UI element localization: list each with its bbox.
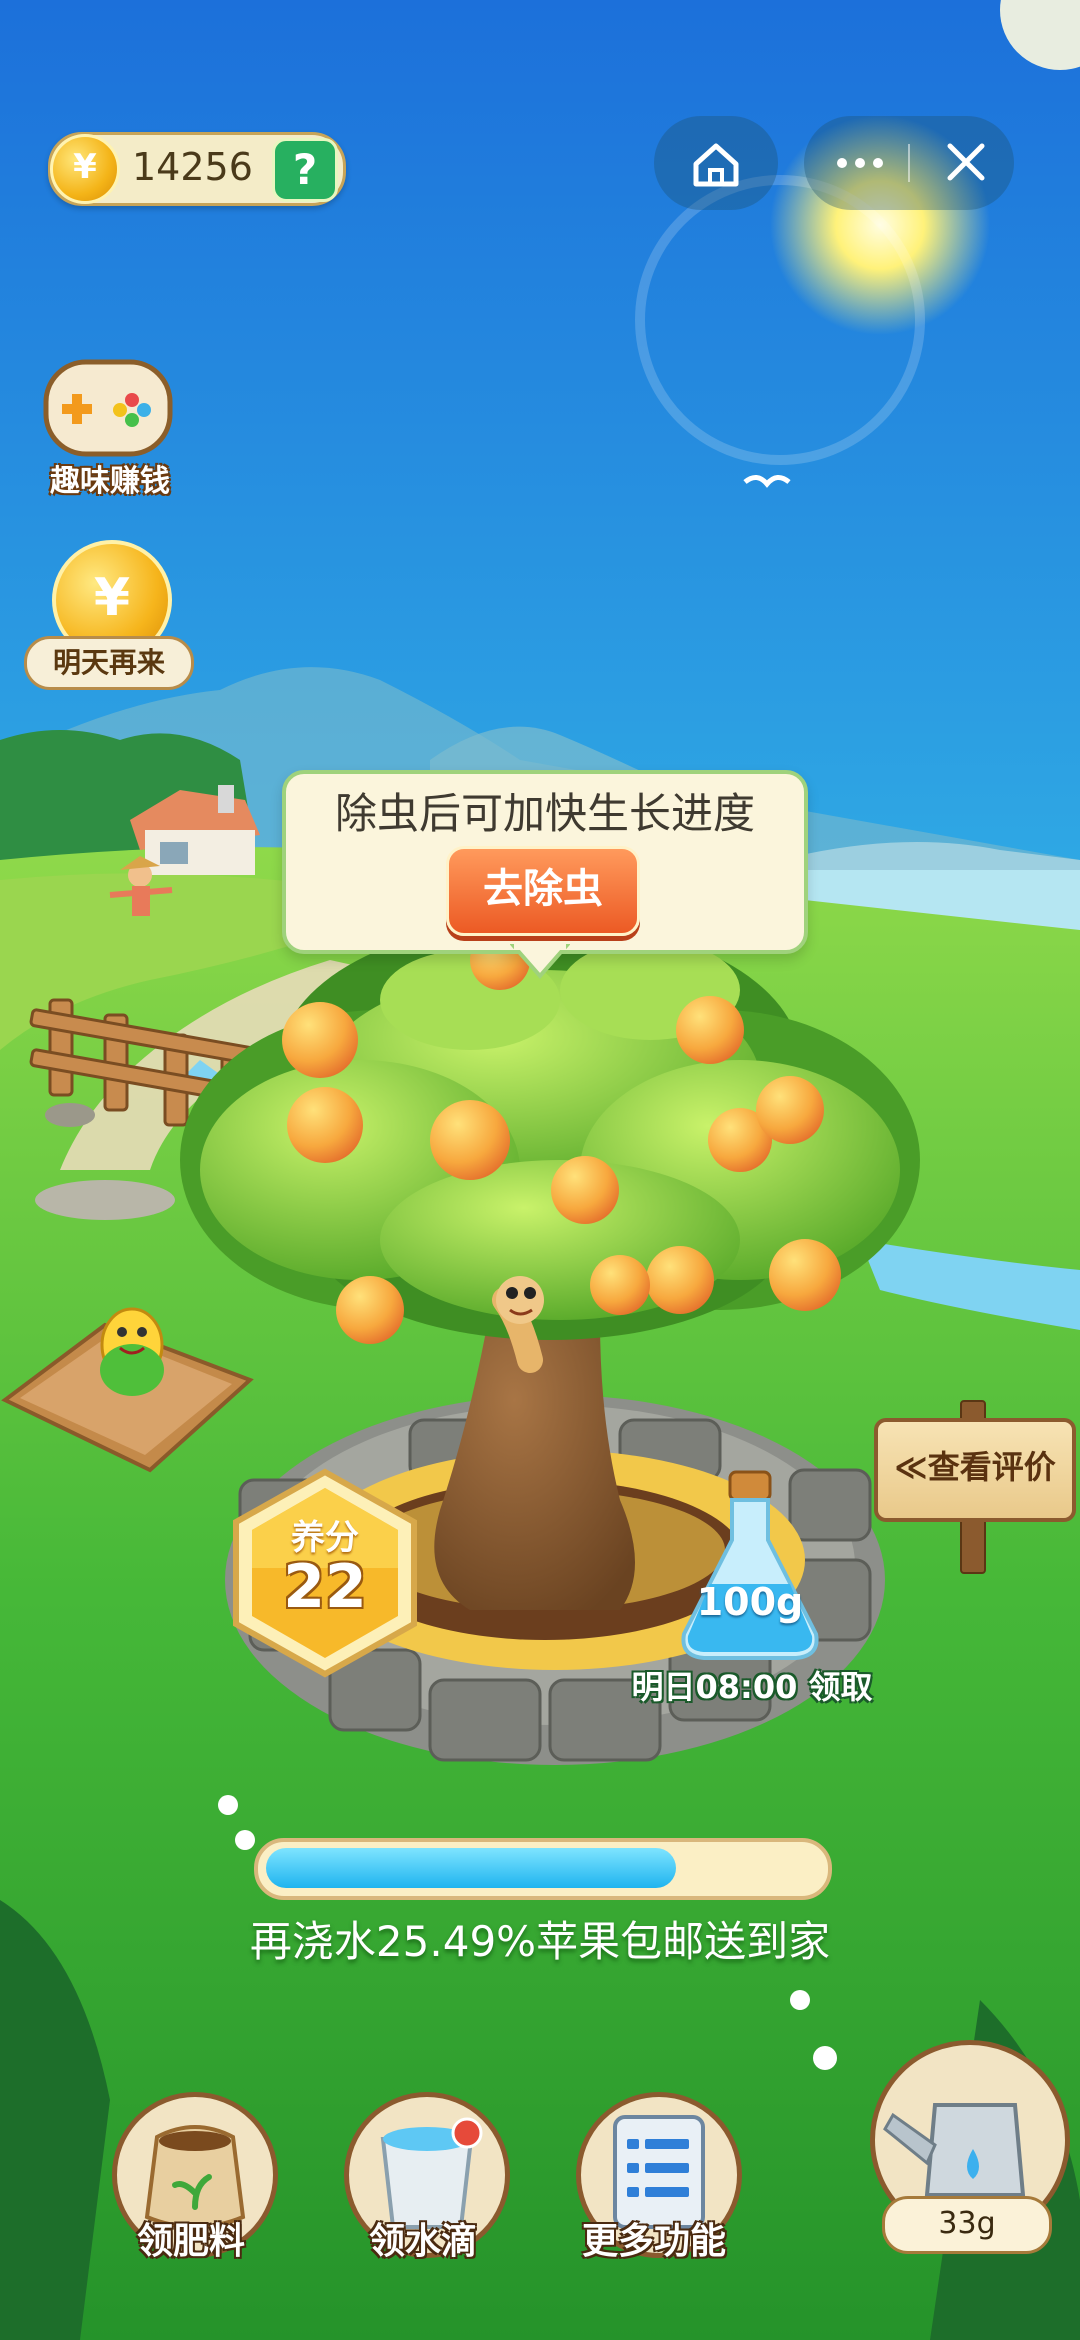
coin-icon: ¥	[50, 134, 120, 204]
growth-progress-text: 再浇水25.49%苹果包邮送到家	[249, 1917, 831, 1966]
nutrient-value: 22	[283, 1552, 367, 1622]
close-icon[interactable]	[947, 143, 985, 181]
more-features-label: 更多功能	[581, 2221, 726, 2262]
growth-progress-fill	[266, 1848, 676, 1888]
daily-coin-label: 明天再来	[24, 636, 194, 690]
coin-balance-value: 14256	[132, 145, 253, 189]
gamepad-icon	[43, 359, 173, 457]
fun-earn-button[interactable]	[40, 352, 176, 464]
water-claim-time: 明日08:00 领取	[631, 1668, 873, 1706]
pest-tip-message: 除虫后可加快生长进度	[334, 789, 755, 838]
watering-amount: 33g	[882, 2196, 1052, 2254]
capsule-icons	[837, 143, 985, 182]
home-icon	[693, 143, 739, 187]
help-button[interactable]: ?	[272, 138, 338, 202]
home-button[interactable]	[654, 116, 778, 210]
water-bottle-icon[interactable]	[670, 1464, 830, 1664]
fertilizer-label: 领肥料	[136, 2221, 245, 2262]
fun-earn-label: 趣味赚钱	[50, 464, 170, 499]
mini-program-capsule	[804, 116, 1014, 210]
bubble-pointer	[510, 944, 570, 980]
more-options-icon[interactable]	[837, 158, 883, 168]
remove-pest-button[interactable]: 去除虫	[446, 846, 640, 936]
water-drops-label: 领水滴	[368, 2221, 477, 2262]
view-reviews-label: ≪查看评价	[894, 1448, 1056, 1486]
water-bottle-amount: 100g	[696, 1580, 804, 1624]
farm-scene-background	[0, 0, 1080, 2340]
